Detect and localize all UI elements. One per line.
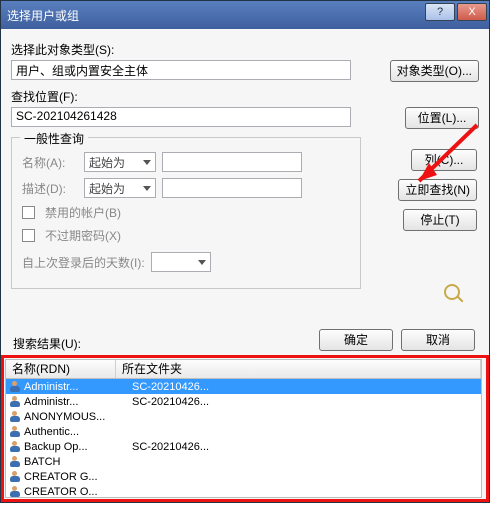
find-now-button[interactable]: 立即查找(N) [398,179,477,201]
common-queries-group: 一般性查询 名称(A): 起始为 描述(D): 起始为 禁用的帐户(B) 不过期… [11,137,361,289]
user-icon [8,486,22,498]
locations-button[interactable]: 位置(L)... [405,107,479,129]
stop-button[interactable]: 停止(T) [403,209,477,231]
table-row[interactable]: CREATOR G... [6,469,481,484]
ok-button[interactable]: 确定 [319,329,393,351]
table-row[interactable]: Authentic... [6,424,481,439]
right-button-column: 列(C)... 立即查找(N) 停止(T) [398,149,477,231]
user-icon [8,381,22,393]
table-row[interactable]: Backup Op...SC-20210426... [6,439,481,454]
titlebar[interactable]: 选择用户或组 ? X [1,1,489,29]
col-folder[interactable]: 所在文件夹 [116,360,481,378]
magnifier-icon [435,279,469,305]
user-icon [8,411,22,423]
desc-match-combo[interactable]: 起始为 [84,178,156,198]
row-name: Authentic... [24,426,132,438]
col-name[interactable]: 名称(RDN) [6,360,116,378]
cancel-button[interactable]: 取消 [401,329,475,351]
location-field: SC-202104261428 [11,107,351,127]
disabled-accounts-checkbox[interactable] [22,206,35,219]
row-name: Backup Op... [24,441,132,453]
search-results-label: 搜索结果(U): [13,335,81,352]
table-row[interactable]: ANONYMOUS... [6,409,481,424]
user-icon [8,441,22,453]
table-row[interactable]: BATCH [6,454,481,469]
table-row[interactable]: Administr...SC-20210426... [6,394,481,409]
common-queries-legend: 一般性查询 [20,130,88,147]
results-list[interactable]: Administr...SC-20210426...Administr...SC… [5,379,482,498]
name-match-combo[interactable]: 起始为 [84,152,156,172]
table-row[interactable]: CREATOR O... [6,484,481,498]
name-field-label: 名称(A): [22,154,78,171]
row-name: Administr... [24,381,132,393]
select-user-dialog: 选择用户或组 ? X 选择此对象类型(S): 用户、组或内置安全主体 对象类型(… [0,0,490,503]
object-type-field: 用户、组或内置安全主体 [11,60,351,80]
object-types-button[interactable]: 对象类型(O)... [390,60,479,82]
user-icon [8,396,22,408]
last-logon-combo[interactable] [151,252,211,272]
window-buttons: ? X [425,3,487,21]
row-name: ANONYMOUS... [24,411,132,423]
disabled-accounts-label: 禁用的帐户(B) [45,204,121,221]
table-row[interactable]: Administr...SC-20210426... [6,379,481,394]
location-label: 查找位置(F): [11,88,479,105]
user-icon [8,426,22,438]
close-button[interactable]: X [457,3,487,21]
row-name: CREATOR O... [24,486,132,498]
client-area: 选择此对象类型(S): 用户、组或内置安全主体 对象类型(O)... 查找位置(… [1,29,489,502]
ok-cancel-group: 确定 取消 [319,329,475,351]
results-header: 名称(RDN) 所在文件夹 [5,359,482,379]
row-name: CREATOR G... [24,471,132,483]
desc-field-label: 描述(D): [22,180,78,197]
object-type-label: 选择此对象类型(S): [11,41,479,58]
desc-input[interactable] [162,178,302,198]
name-input[interactable] [162,152,302,172]
columns-button[interactable]: 列(C)... [411,149,477,171]
row-folder: SC-20210426... [132,381,209,393]
row-folder: SC-20210426... [132,396,209,408]
nonexpire-password-label: 不过期密码(X) [45,227,121,244]
last-logon-label: 自上次登录后的天数(I): [22,254,145,271]
nonexpire-password-checkbox[interactable] [22,229,35,242]
row-folder: SC-20210426... [132,441,209,453]
window-title: 选择用户或组 [7,7,79,24]
help-button[interactable]: ? [425,3,455,21]
row-name: BATCH [24,456,132,468]
user-icon [8,456,22,468]
user-icon [8,471,22,483]
row-name: Administr... [24,396,132,408]
